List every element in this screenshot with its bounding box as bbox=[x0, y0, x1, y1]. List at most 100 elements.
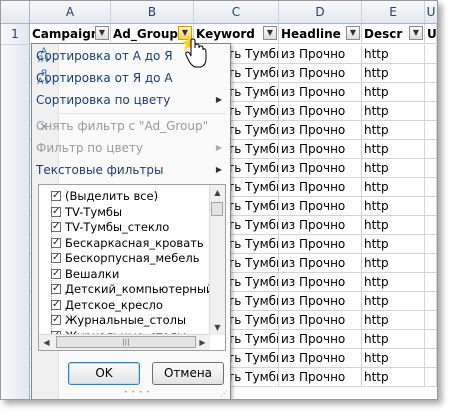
column-header-a[interactable]: A bbox=[30, 1, 111, 23]
cell-e[interactable]: http bbox=[362, 349, 425, 368]
cell-u[interactable] bbox=[425, 121, 437, 140]
cell-d[interactable]: из Прочно bbox=[279, 45, 362, 64]
cell-u[interactable] bbox=[425, 368, 437, 387]
cell-e[interactable]: http bbox=[362, 235, 425, 254]
header-cell-ad-group[interactable]: Ad_Group ▼ bbox=[111, 24, 194, 44]
cell-e[interactable]: http bbox=[362, 178, 425, 197]
cell-u[interactable] bbox=[425, 64, 437, 83]
filter-dropdown-button[interactable]: ▼ bbox=[409, 26, 423, 40]
menu-item-sort-za[interactable]: Я А↓ Сортировка от Я до А bbox=[32, 67, 230, 89]
cell-e[interactable]: http bbox=[362, 368, 425, 387]
cell-u[interactable] bbox=[425, 273, 437, 292]
scroll-right-arrow-icon[interactable]: ▶ bbox=[195, 335, 210, 350]
cell-d[interactable]: из Прочно bbox=[279, 64, 362, 83]
cell-e[interactable]: http bbox=[362, 292, 425, 311]
header-cell-campaign[interactable]: Campaign ▼ bbox=[30, 24, 111, 44]
filter-dropdown-button[interactable]: ▼ bbox=[263, 26, 277, 40]
horizontal-scrollbar[interactable]: ◀ ||| ▶ bbox=[39, 334, 210, 350]
cell-e[interactable]: http bbox=[362, 254, 425, 273]
scroll-left-arrow-icon[interactable]: ◀ bbox=[39, 335, 54, 350]
filter-dropdown-button[interactable]: ▼ bbox=[95, 26, 109, 40]
filter-item[interactable]: ✓ Бескаркасная_кровать bbox=[39, 236, 209, 251]
cell-u[interactable] bbox=[425, 140, 437, 159]
cell-u[interactable] bbox=[425, 235, 437, 254]
cell-u[interactable] bbox=[425, 178, 437, 197]
cell-u[interactable] bbox=[425, 254, 437, 273]
cell-e[interactable]: http bbox=[362, 159, 425, 178]
cell-u[interactable] bbox=[425, 216, 437, 235]
cell-e[interactable]: http bbox=[362, 273, 425, 292]
cell-u[interactable] bbox=[425, 102, 437, 121]
filter-dropdown-button[interactable]: ▼ bbox=[346, 26, 360, 40]
cell-d[interactable]: из Прочно bbox=[279, 178, 362, 197]
filter-item[interactable]: ✓ Детское_кресло bbox=[39, 298, 209, 313]
filter-item[interactable]: ✓ TV-Тумбы bbox=[39, 205, 209, 220]
menu-item-filter-by-color[interactable]: Фильтр по цвету ▶ bbox=[32, 137, 230, 159]
vertical-scrollbar[interactable]: ▲ ▼ bbox=[209, 185, 225, 335]
cell-u[interactable] bbox=[425, 349, 437, 368]
header-cell-headline[interactable]: Headline ▼ bbox=[279, 24, 362, 44]
scroll-up-arrow-icon[interactable]: ▲ bbox=[210, 185, 225, 200]
menu-item-clear-filter[interactable]: ⨯ Снять фильтр с "Ad_Group" bbox=[32, 115, 230, 137]
row-header-1[interactable]: 1 bbox=[1, 24, 30, 45]
cell-e[interactable]: http bbox=[362, 140, 425, 159]
resize-grip-dots[interactable]: • • • • bbox=[124, 389, 151, 396]
cell-u[interactable] bbox=[425, 311, 437, 330]
cell-d[interactable]: из Прочно bbox=[279, 83, 362, 102]
checkbox[interactable]: ✓ bbox=[51, 253, 61, 263]
menu-item-text-filters[interactable]: Текстовые фильтры ▶ bbox=[32, 159, 230, 181]
filter-item[interactable]: ✓ Бескорпусная_мебель bbox=[39, 251, 209, 266]
scroll-thumb[interactable] bbox=[211, 202, 223, 216]
cell-e[interactable]: http bbox=[362, 102, 425, 121]
resize-corner-icon[interactable]: ⋰ bbox=[220, 389, 228, 398]
cell-d[interactable]: из Прочно bbox=[279, 292, 362, 311]
cell-u[interactable] bbox=[425, 292, 437, 311]
cell-e[interactable]: http bbox=[362, 330, 425, 349]
cell-d[interactable]: из Прочно bbox=[279, 159, 362, 178]
filter-values-list[interactable]: ✓ (Выделить все) ✓ TV-Тумбы ✓ TV-Тумбы_стекло… bbox=[38, 184, 226, 351]
column-header-u[interactable]: U bbox=[425, 1, 437, 23]
cell-d[interactable]: из Прочно bbox=[279, 235, 362, 254]
cell-e[interactable]: http bbox=[362, 216, 425, 235]
checkbox[interactable]: ✓ bbox=[51, 206, 61, 217]
column-header-e[interactable]: E bbox=[362, 1, 425, 23]
cancel-button[interactable]: Отмена bbox=[152, 362, 224, 385]
checkbox[interactable]: ✓ bbox=[51, 222, 61, 232]
cell-d[interactable]: из Прочно bbox=[279, 368, 362, 387]
cell-d[interactable]: из Прочно bbox=[279, 197, 362, 216]
filter-item[interactable]: ✓ TV-Тумбы_стекло bbox=[39, 220, 209, 235]
header-cell-descr[interactable]: Descr ▼ bbox=[362, 24, 425, 44]
cell-d[interactable]: из Прочно bbox=[279, 273, 362, 292]
ok-button[interactable]: OK bbox=[68, 362, 140, 385]
cell-e[interactable]: http bbox=[362, 197, 425, 216]
cell-d[interactable]: из Прочно bbox=[279, 121, 362, 140]
cell-d[interactable]: из Прочно bbox=[279, 330, 362, 349]
cell-e[interactable]: http bbox=[362, 83, 425, 102]
cell-u[interactable] bbox=[425, 197, 437, 216]
select-all-corner[interactable] bbox=[1, 1, 30, 23]
cell-e[interactable]: http bbox=[362, 45, 425, 64]
scroll-down-arrow-icon[interactable]: ▼ bbox=[210, 320, 225, 335]
filter-item[interactable]: ✓ (Выделить все) bbox=[39, 189, 209, 204]
cell-u[interactable] bbox=[425, 45, 437, 64]
cell-u[interactable] bbox=[425, 330, 437, 349]
filter-item[interactable]: ✓ Журнальные_столы bbox=[39, 313, 209, 328]
column-header-b[interactable]: B bbox=[111, 1, 194, 23]
checkbox[interactable]: ✓ bbox=[51, 237, 61, 248]
filter-item[interactable]: ✓ Вешалки bbox=[39, 267, 209, 282]
column-header-d[interactable]: D bbox=[279, 1, 362, 23]
cell-d[interactable]: из Прочно bbox=[279, 102, 362, 121]
cell-e[interactable]: http bbox=[362, 121, 425, 140]
column-header-c[interactable]: C bbox=[194, 1, 279, 23]
menu-item-sort-by-color[interactable]: Сортировка по цвету ▶ bbox=[32, 89, 230, 111]
cell-e[interactable]: http bbox=[362, 64, 425, 83]
scroll-thumb[interactable]: ||| bbox=[56, 336, 196, 348]
header-cell-u[interactable]: U bbox=[425, 24, 437, 44]
cell-d[interactable]: из Прочно bbox=[279, 254, 362, 273]
checkbox[interactable]: ✓ bbox=[51, 191, 61, 201]
checkbox[interactable]: ✓ bbox=[51, 284, 61, 294]
checkbox[interactable]: ✓ bbox=[51, 268, 61, 279]
cell-e[interactable]: http bbox=[362, 311, 425, 330]
cell-d[interactable]: из Прочно bbox=[279, 216, 362, 235]
cell-u[interactable] bbox=[425, 83, 437, 102]
